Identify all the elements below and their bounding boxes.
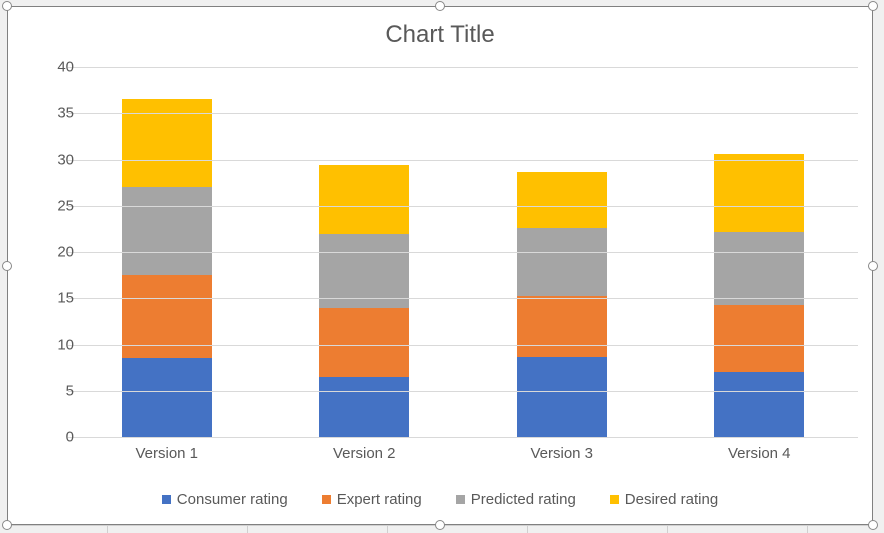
- legend-label: Desired rating: [625, 491, 718, 508]
- legend-item[interactable]: Desired rating: [610, 491, 718, 508]
- bar-segment[interactable]: [517, 357, 607, 437]
- x-axis-tick-label: Version 3: [462, 445, 662, 462]
- legend-item[interactable]: Predicted rating: [456, 491, 576, 508]
- bar-group[interactable]: [122, 99, 212, 437]
- gridline: [68, 391, 858, 392]
- y-axis-tick-label: 5: [34, 382, 74, 399]
- bar-group[interactable]: [714, 154, 804, 437]
- bar-segment[interactable]: [319, 234, 409, 307]
- bar-segment[interactable]: [714, 305, 804, 373]
- legend[interactable]: Consumer rating Expert rating Predicted ra…: [8, 491, 872, 508]
- legend-swatch-icon: [456, 495, 465, 504]
- bar-segment[interactable]: [517, 228, 607, 296]
- y-axis-tick-label: 40: [34, 59, 74, 76]
- legend-swatch-icon: [322, 495, 331, 504]
- selection-handle-w[interactable]: [2, 261, 12, 271]
- selection-handle-s[interactable]: [435, 520, 445, 530]
- x-axis-tick-label: Version 2: [264, 445, 464, 462]
- gridline: [68, 252, 858, 253]
- y-axis-tick-label: 20: [34, 244, 74, 261]
- selection-handle-nw[interactable]: [2, 1, 12, 11]
- gridline: [68, 437, 858, 438]
- gridline: [68, 206, 858, 207]
- bar-segment[interactable]: [517, 172, 607, 228]
- bar-segment[interactable]: [319, 165, 409, 234]
- legend-swatch-icon: [610, 495, 619, 504]
- bar-segment[interactable]: [122, 275, 212, 358]
- bar-segment[interactable]: [714, 232, 804, 305]
- bar-segment[interactable]: [714, 372, 804, 437]
- legend-swatch-icon: [162, 495, 171, 504]
- bar-group[interactable]: [517, 172, 607, 437]
- selection-handle-ne[interactable]: [868, 1, 878, 11]
- bar-segment[interactable]: [714, 154, 804, 232]
- legend-item[interactable]: Expert rating: [322, 491, 422, 508]
- bar-segment[interactable]: [319, 377, 409, 437]
- bar-segment[interactable]: [517, 296, 607, 356]
- selection-handle-n[interactable]: [435, 1, 445, 11]
- chart-title[interactable]: Chart Title: [8, 21, 872, 49]
- x-axis-tick-label: Version 4: [659, 445, 859, 462]
- y-axis-tick-label: 35: [34, 105, 74, 122]
- gridline: [68, 67, 858, 68]
- gridline: [68, 160, 858, 161]
- y-axis-tick-label: 15: [34, 290, 74, 307]
- bar-segment[interactable]: [122, 358, 212, 437]
- selection-handle-sw[interactable]: [2, 520, 12, 530]
- legend-item[interactable]: Consumer rating: [162, 491, 288, 508]
- gridline: [68, 345, 858, 346]
- legend-label: Expert rating: [337, 491, 422, 508]
- y-axis-tick-label: 0: [34, 429, 74, 446]
- gridline: [68, 113, 858, 114]
- bar-segment[interactable]: [319, 308, 409, 377]
- legend-label: Predicted rating: [471, 491, 576, 508]
- chart-object[interactable]: Chart Title Version 1Version 2Version 3V…: [7, 6, 873, 525]
- y-axis-tick-label: 25: [34, 197, 74, 214]
- gridline: [68, 298, 858, 299]
- y-axis-tick-label: 10: [34, 336, 74, 353]
- selection-handle-e[interactable]: [868, 261, 878, 271]
- legend-label: Consumer rating: [177, 491, 288, 508]
- plot-area[interactable]: Version 1Version 2Version 3Version 4: [68, 67, 858, 437]
- bar-segment[interactable]: [122, 187, 212, 275]
- y-axis-tick-label: 30: [34, 151, 74, 168]
- x-axis-tick-label: Version 1: [67, 445, 267, 462]
- selection-handle-se[interactable]: [868, 520, 878, 530]
